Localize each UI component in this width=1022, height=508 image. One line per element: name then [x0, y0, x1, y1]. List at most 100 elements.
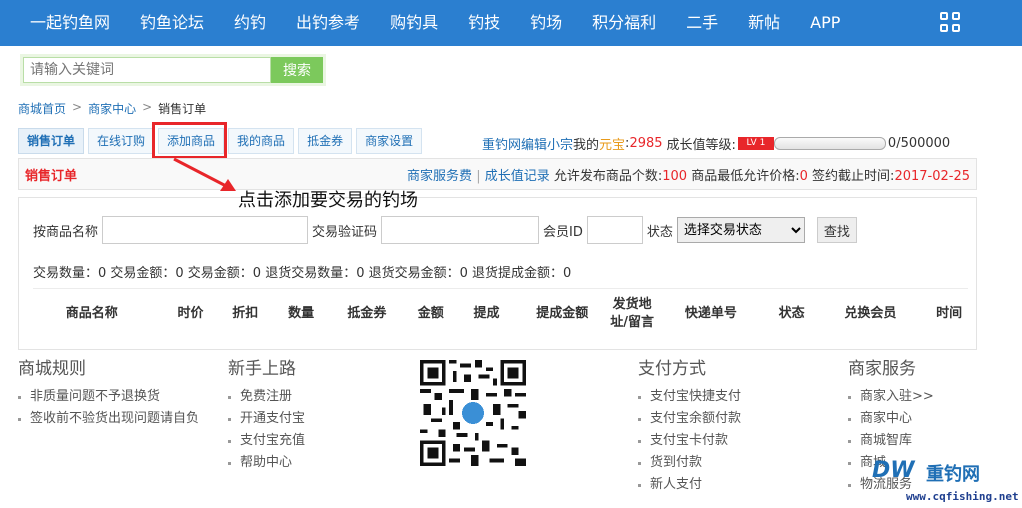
watermark-name: 重钓网: [926, 464, 980, 485]
nav-item-skills[interactable]: 钓技: [453, 0, 515, 46]
verify-code-input[interactable]: [381, 216, 540, 244]
tab-my-products[interactable]: 我的商品: [228, 128, 295, 154]
order-filter-panel: 按商品名称 交易验证码 会员ID 状态 选择交易状态 查找 交易数量：0 交易金…: [18, 197, 977, 350]
footer-link[interactable]: 非质量问题不予退换货: [18, 386, 199, 408]
nav-item-gear[interactable]: 购钓具: [375, 0, 453, 46]
my-label: 我的: [573, 138, 600, 153]
footer-heading: 新手上路: [228, 359, 296, 379]
find-button[interactable]: 查找: [816, 217, 857, 243]
nav-item-reference[interactable]: 出钓参考: [281, 0, 375, 46]
footer-heading: 商城规则: [18, 359, 86, 379]
user-info: 重钓网编辑小宗 我的 元宝 : 2985 成长值等级: LV 1 0/50000…: [482, 134, 950, 153]
th-voucher: 抵金券: [347, 306, 387, 321]
tab-online-order[interactable]: 在线订购: [88, 128, 155, 154]
nav-item-meetup[interactable]: 约钓: [219, 0, 281, 46]
th-status: 状态: [778, 306, 805, 321]
orders-table-header: 商品名称 时价 折扣 数量 抵金券 金额 提成 提成金额 发货地址/留言 快递单…: [19, 294, 976, 334]
tab-vouchers[interactable]: 抵金券: [298, 128, 353, 154]
footer-link[interactable]: 支付宝充值: [228, 430, 305, 452]
status-label: 状态: [646, 224, 673, 240]
highlight-box: [152, 122, 227, 159]
footer-link[interactable]: 新人支付: [638, 474, 741, 496]
level-badge: LV 1: [737, 137, 774, 150]
footer-link[interactable]: 支付宝快捷支付: [638, 386, 741, 408]
annotation-arrow: [173, 157, 236, 191]
growth-progress-text: 0/500000: [887, 136, 951, 151]
th-quantity: 数量: [288, 306, 315, 321]
footer-newbie: 新手上路 免费注册 开通支付宝 支付宝充值 帮助中心: [228, 354, 305, 474]
th-product-name: 商品名称: [65, 306, 118, 321]
growth-record-link[interactable]: 成长值记录: [485, 169, 550, 184]
nav-item-secondhand[interactable]: 二手: [671, 0, 733, 46]
th-price: 时价: [177, 306, 204, 321]
footer-heading: 商家服务: [848, 359, 916, 379]
qr-code-image: [420, 360, 526, 466]
th-commission: 提成: [473, 306, 500, 321]
panel-title: 销售订单: [25, 168, 78, 184]
footer-link[interactable]: 签收前不验货出现问题请自负: [18, 408, 199, 430]
username-link[interactable]: 重钓网编辑小宗: [482, 134, 573, 153]
nav-item-app[interactable]: APP: [795, 0, 855, 46]
breadcrumb-current: 销售订单: [158, 102, 207, 116]
tab-seller-settings[interactable]: 商家设置: [356, 128, 423, 154]
breadcrumb-separator: >: [72, 100, 83, 114]
th-address: 发货地址/留言: [610, 297, 654, 330]
footer-link[interactable]: 支付宝卡付款: [638, 430, 741, 452]
yuanbao-label: 元宝: [599, 138, 626, 153]
footer-link[interactable]: 免费注册: [228, 386, 305, 408]
annotation-text: 点击添加要交易的钓场: [238, 190, 418, 211]
seller-limits: 商家服务费 | 成长值记录 允许发布商品个数:100 商品最低允许价格:0 签约…: [407, 165, 970, 184]
growth-label: 成长值等级:: [666, 138, 736, 153]
nav-item-home[interactable]: 一起钓鱼网: [0, 0, 125, 46]
breadcrumb: 商城首页 > 商家中心 > 销售订单: [18, 100, 206, 117]
divider: [33, 288, 968, 289]
link-divider: |: [476, 168, 481, 184]
watermark-logo: DW: [872, 458, 915, 483]
footer-link[interactable]: 帮助中心: [228, 452, 305, 474]
top-navigation: 一起钓鱼网 钓鱼论坛 约钓 出钓参考 购钓具 钓技 钓场 积分福利 二手 新帖 …: [0, 0, 1022, 46]
stats-line: 交易数量：0 交易金额：0 交易金额：0 退货交易数量：0 退货交易金额：0 退…: [33, 266, 572, 281]
filter-row: 按商品名称 交易验证码 会员ID 状态 选择交易状态 查找: [33, 216, 857, 244]
th-discount: 折扣: [232, 306, 259, 321]
verify-code-label: 交易验证码: [312, 224, 378, 240]
th-member: 兑换会员: [844, 306, 897, 321]
status-select[interactable]: 选择交易状态: [676, 217, 805, 243]
yuanbao-value: 2985: [629, 136, 663, 151]
breadcrumb-separator: >: [142, 100, 153, 114]
allow-count-label: 允许发布商品个数:: [553, 168, 663, 184]
th-time: 时间: [936, 306, 963, 321]
grid-menu-icon[interactable]: [940, 12, 960, 32]
footer-link[interactable]: 商城智库: [848, 430, 934, 452]
footer-link[interactable]: 开通支付宝: [228, 408, 305, 430]
footer-link[interactable]: 商家入驻>>: [848, 386, 934, 408]
breadcrumb-seller-center[interactable]: 商家中心: [88, 100, 136, 117]
watermark-url: www.cqfishing.net: [906, 490, 1019, 503]
footer-mall-rules: 商城规则 非质量问题不予退换货 签收前不验货出现问题请自负: [18, 354, 199, 430]
search-button[interactable]: 搜索: [271, 57, 323, 83]
nav-item-venues[interactable]: 钓场: [515, 0, 577, 46]
tab-sales-orders[interactable]: 销售订单: [18, 128, 85, 154]
footer-link[interactable]: 支付宝余额付款: [638, 408, 741, 430]
footer-link[interactable]: 货到付款: [638, 452, 741, 474]
search-input[interactable]: [23, 57, 271, 83]
footer-heading: 支付方式: [638, 359, 706, 379]
product-name-label: 按商品名称: [33, 224, 99, 240]
nav-item-forum[interactable]: 钓鱼论坛: [125, 0, 219, 46]
nav-item-points[interactable]: 积分福利: [577, 0, 671, 46]
min-price-label: 商品最低允许价格:: [691, 168, 800, 184]
deadline-label: 签约截止时间:: [812, 168, 895, 184]
service-fee-link[interactable]: 商家服务费: [407, 169, 472, 184]
th-amount: 金额: [417, 306, 444, 321]
breadcrumb-home[interactable]: 商城首页: [18, 100, 66, 117]
allow-count-value: 100: [662, 168, 688, 184]
member-id-input[interactable]: [586, 216, 643, 244]
member-id-label: 会员ID: [543, 224, 583, 240]
th-commission-amount: 提成金额: [536, 306, 589, 321]
min-price-value: 0: [799, 168, 808, 184]
search-bar: 搜索: [20, 54, 326, 86]
growth-progress-bar: [773, 137, 886, 150]
footer-link[interactable]: 商家中心: [848, 408, 934, 430]
product-name-input[interactable]: [102, 216, 309, 244]
sales-orders-header: 销售订单 商家服务费 | 成长值记录 允许发布商品个数:100 商品最低允许价格…: [18, 158, 977, 190]
nav-item-new-posts[interactable]: 新帖: [733, 0, 795, 46]
